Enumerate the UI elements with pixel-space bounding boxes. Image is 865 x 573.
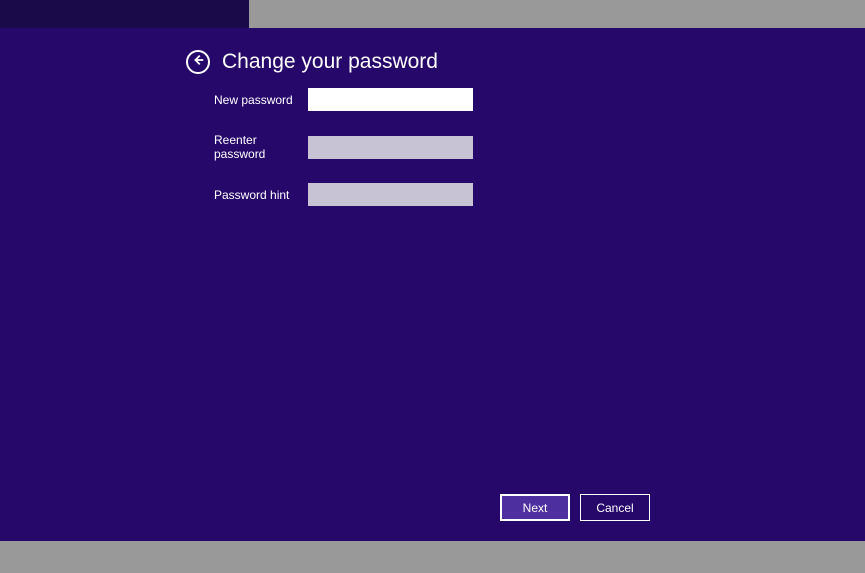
top-bar-left-segment — [0, 0, 249, 28]
main-panel: Change your password New password Reente… — [0, 28, 865, 541]
back-button[interactable] — [186, 50, 210, 74]
new-password-label: New password — [214, 93, 308, 107]
header-row: Change your password — [186, 50, 438, 74]
password-hint-label: Password hint — [214, 188, 308, 202]
reenter-password-input[interactable] — [308, 136, 473, 159]
password-form: New password Reenter password Password h… — [214, 88, 473, 228]
new-password-input[interactable] — [308, 88, 473, 111]
arrow-left-icon — [191, 53, 205, 72]
password-hint-input[interactable] — [308, 183, 473, 206]
top-bar-right-segment — [252, 0, 865, 28]
reenter-password-label: Reenter password — [214, 133, 308, 161]
page-title: Change your password — [222, 50, 438, 74]
reenter-password-row: Reenter password — [214, 133, 473, 161]
cancel-button[interactable]: Cancel — [580, 494, 650, 521]
password-hint-row: Password hint — [214, 183, 473, 206]
new-password-row: New password — [214, 88, 473, 111]
button-row: Next Cancel — [500, 494, 650, 521]
next-button[interactable]: Next — [500, 494, 570, 521]
